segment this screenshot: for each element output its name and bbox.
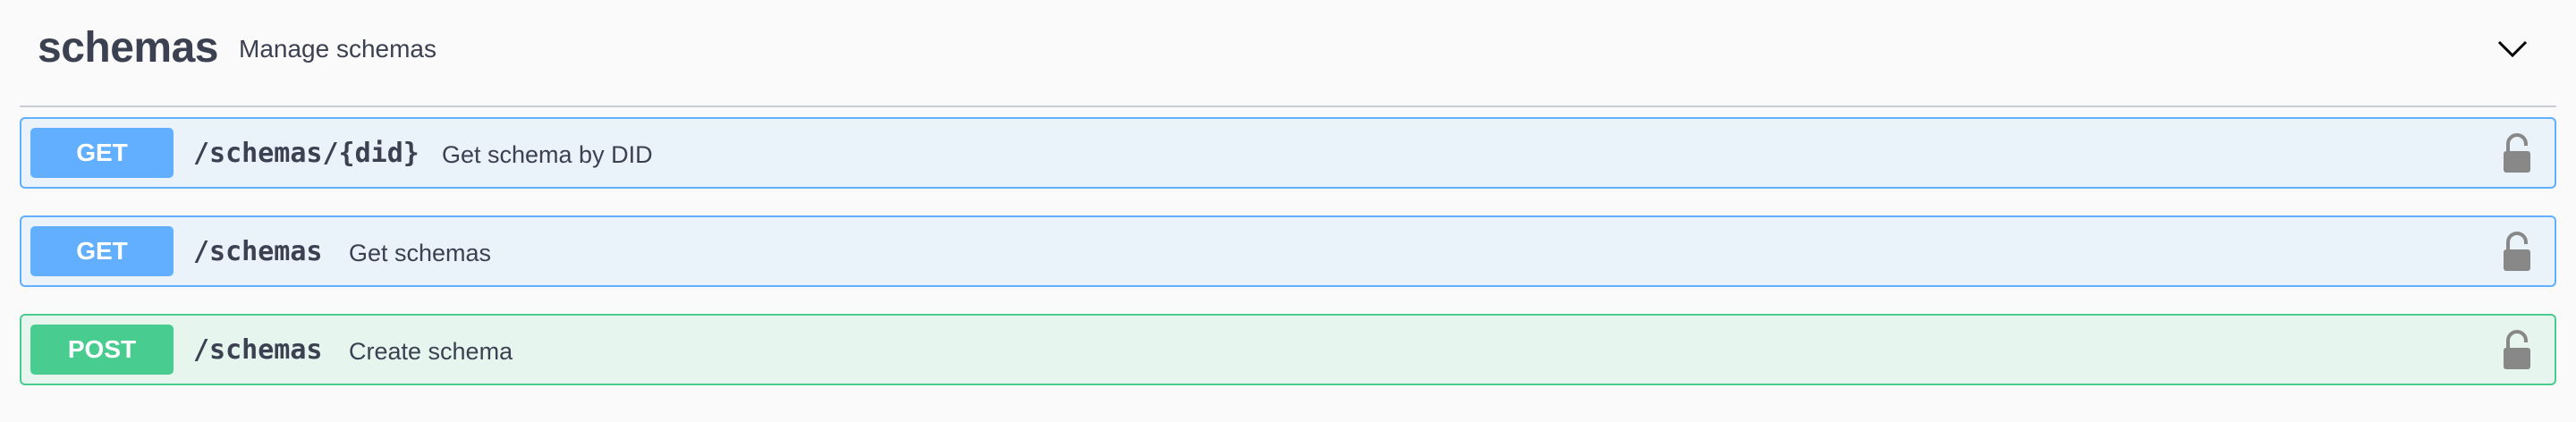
unlocked-padlock-icon[interactable] <box>2501 330 2533 371</box>
tag-header[interactable]: schemas Manage schemas <box>20 0 2556 107</box>
tag-description: Manage schemas <box>239 35 437 63</box>
method-badge: POST <box>30 325 174 375</box>
operation-summary: Get schema by DID <box>442 141 653 168</box>
operation-summary: Create schema <box>349 338 513 365</box>
operation-summary: Get schemas <box>349 240 492 266</box>
schemas-tag-section: schemas Manage schemas GET /schemas/{did… <box>0 0 2576 422</box>
operation-path: /schemas <box>193 334 323 366</box>
unlocked-padlock-icon[interactable] <box>2501 133 2533 174</box>
method-badge: GET <box>30 128 174 178</box>
operation-path: /schemas <box>193 236 323 267</box>
tag-name[interactable]: schemas <box>38 21 218 75</box>
method-badge: GET <box>30 226 174 276</box>
operation-create-schema[interactable]: POST /schemas Create schema <box>20 314 2556 385</box>
operation-path: /schemas/{did} <box>193 138 419 169</box>
unlocked-padlock-icon[interactable] <box>2501 232 2533 273</box>
operation-get-schemas[interactable]: GET /schemas Get schemas <box>20 215 2556 287</box>
chevron-down-icon[interactable] <box>2490 27 2535 72</box>
operation-get-schema-by-did[interactable]: GET /schemas/{did} Get schema by DID <box>20 117 2556 189</box>
